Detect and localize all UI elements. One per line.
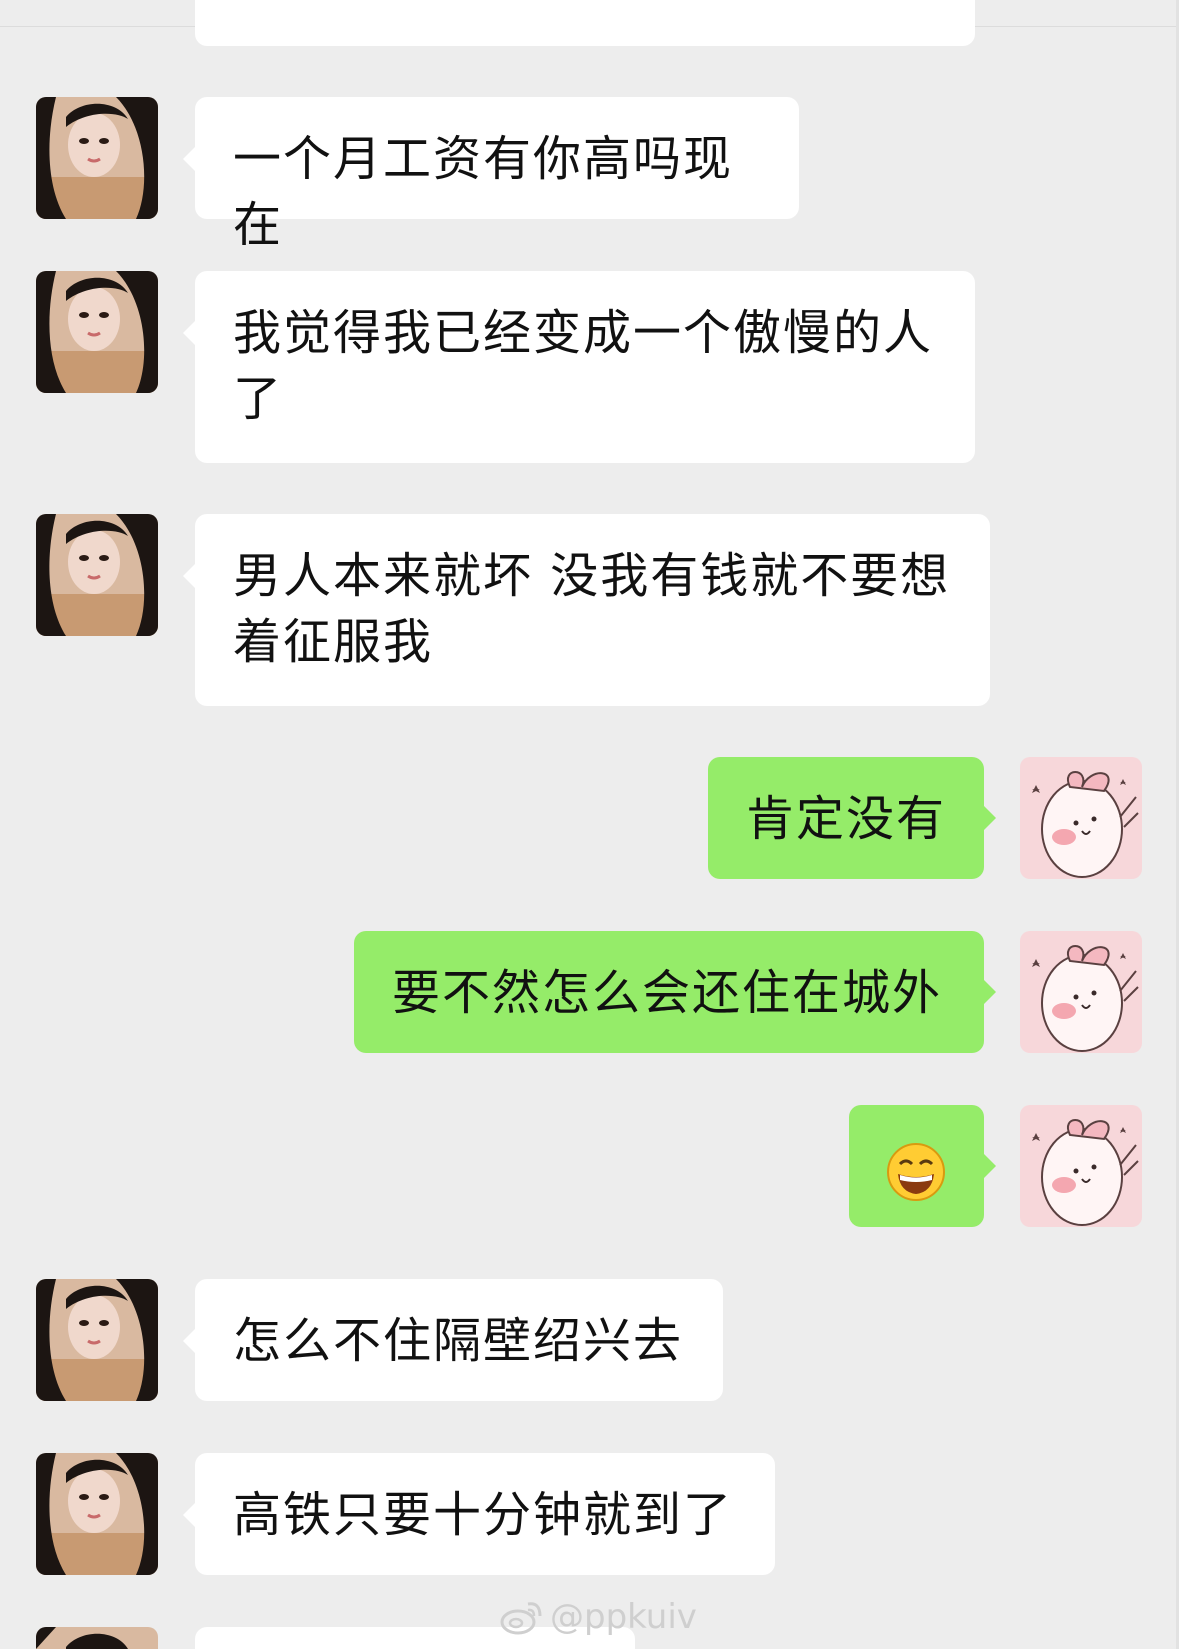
weibo-logo-icon <box>500 1602 542 1635</box>
message-bubble[interactable]: 肯定没有 <box>708 757 996 879</box>
message-row: 要不然怎么会还住在城外 <box>0 931 1179 1053</box>
message-text: 男人本来就坏 没我有钱就不要想着征服我 <box>233 548 951 670</box>
grin-emoji-icon <box>887 1143 945 1201</box>
message-row: 一个月工资有你高吗现在 <box>0 97 1179 253</box>
previous-message-edge <box>0 0 1179 46</box>
avatar[interactable] <box>36 514 158 636</box>
watermark-text: @ppkuiv <box>550 1597 697 1637</box>
message-text: 怎么不住隔壁绍兴去 <box>233 1313 684 1369</box>
avatar[interactable] <box>36 1627 158 1649</box>
message-row: 高铁只要十分钟就到了 <box>0 1453 1179 1575</box>
message-bubble[interactable]: 一个月工资有你高吗现在 <box>183 97 799 253</box>
message-text: 高铁只要十分钟就到了 <box>233 1487 734 1543</box>
message-row: 肯定没有 <box>0 757 1179 879</box>
message-bubble[interactable]: 男人本来就坏 没我有钱就不要想着征服我 <box>183 514 990 706</box>
my-avatar[interactable] <box>1020 757 1142 879</box>
message-row: 男人本来就坏 没我有钱就不要想着征服我 <box>0 514 1179 706</box>
message-bubble[interactable]: 我觉得我已经变成一个傲慢的人了 <box>183 271 975 463</box>
message-text: 肯定没有 <box>746 791 947 847</box>
my-avatar[interactable] <box>1020 931 1142 1053</box>
message-bubble[interactable] <box>849 1105 996 1227</box>
watermark: @ppkuiv <box>500 1597 697 1637</box>
message-row: 我觉得我已经变成一个傲慢的人了 <box>0 271 1179 463</box>
avatar[interactable] <box>36 1279 158 1401</box>
message-bubble[interactable]: 要不然怎么会还住在城外 <box>354 931 996 1053</box>
my-avatar[interactable] <box>1020 1105 1142 1227</box>
message-bubble[interactable]: 高铁只要十分钟就到了 <box>183 1453 775 1575</box>
avatar[interactable] <box>36 97 158 219</box>
message-text: 我觉得我已经变成一个傲慢的人了 <box>233 305 934 427</box>
message-row <box>0 1105 1179 1227</box>
message-bubble[interactable]: 怎么不住隔壁绍兴去 <box>183 1279 723 1401</box>
avatar[interactable] <box>36 271 158 393</box>
avatar[interactable] <box>36 1453 158 1575</box>
message-text: 要不然怎么会还住在城外 <box>392 965 943 1021</box>
message-row: 怎么不住隔壁绍兴去 <box>0 1279 1179 1401</box>
message-text: 一个月工资有你高吗现在 <box>233 131 734 253</box>
previous-message-bubble[interactable] <box>195 0 975 46</box>
